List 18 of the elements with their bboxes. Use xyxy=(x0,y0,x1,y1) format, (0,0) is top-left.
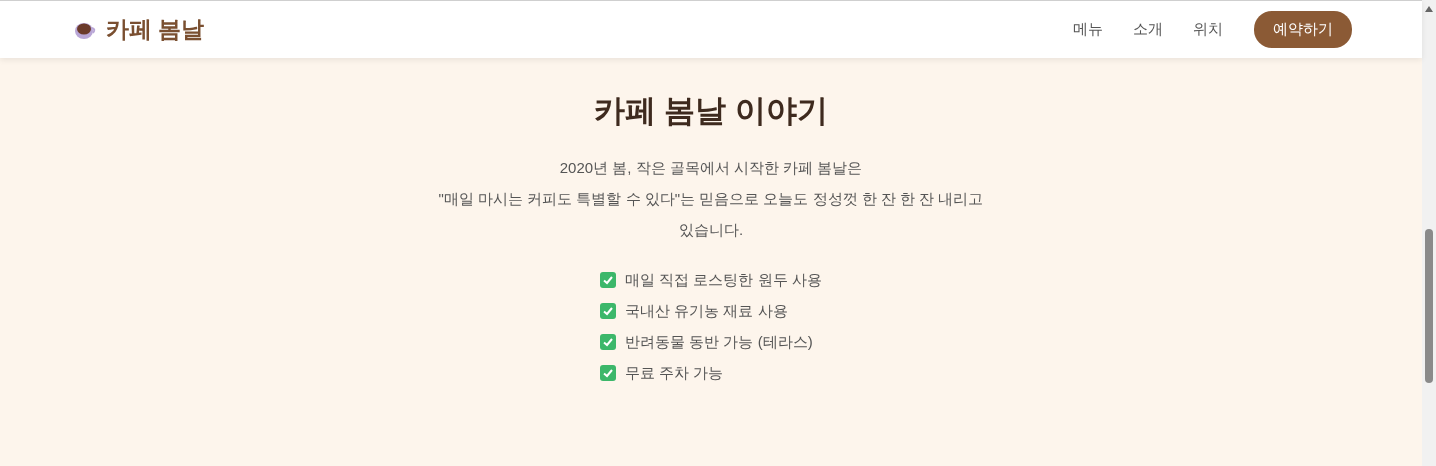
check-icon xyxy=(600,303,617,319)
nav-link[interactable]: 메뉴 xyxy=(1073,20,1103,39)
scroll-up-icon[interactable] xyxy=(1424,5,1434,13)
check-icon xyxy=(600,365,617,381)
section-title: 카페 봄날 이야기 xyxy=(593,92,829,130)
scrollbar[interactable] xyxy=(1422,0,1436,466)
nav-link[interactable]: 소개 xyxy=(1133,20,1163,39)
feature-text: 매일 직접 로스팅한 원두 사용 xyxy=(625,270,822,290)
check-icon xyxy=(600,334,617,350)
intro-paragraph: 2020년 봄, 작은 골목에서 시작한 카페 봄날은 "매일 마시는 커피도 특별할 수 있다"는 믿음으로 오늘도 정성껏 한 잔 한 잔 내리고 있습니다. xyxy=(438,158,984,240)
scrollbar-thumb[interactable] xyxy=(1425,229,1433,383)
feature-text: 반려동물 동반 가능 (테라스) xyxy=(625,332,813,352)
nav-link[interactable]: 위치 xyxy=(1193,20,1223,39)
brand-name: 카페 봄날 xyxy=(106,15,205,44)
feature-text: 국내산 유기농 재료 사용 xyxy=(625,301,788,321)
check-icon xyxy=(600,272,617,288)
feature-text: 무료 주차 가능 xyxy=(625,363,724,383)
reserve-button[interactable]: 예약하기 xyxy=(1254,11,1352,48)
